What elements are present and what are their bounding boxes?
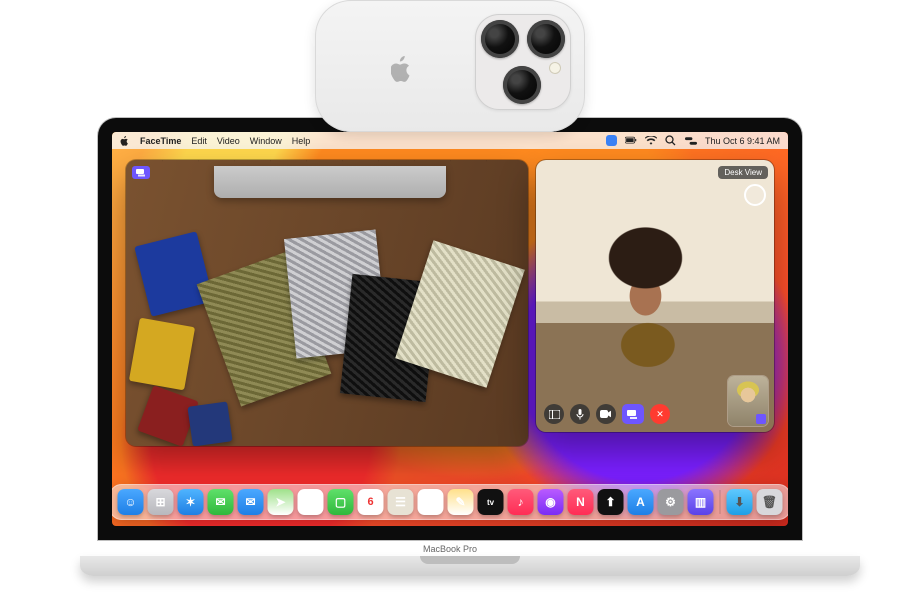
dock-separator — [720, 490, 721, 514]
dock-app-trash[interactable]: 🗑 — [757, 489, 783, 515]
self-view-pip[interactable] — [728, 376, 768, 426]
facetime-controls: ✕ — [544, 404, 670, 424]
iphone-lens-icon — [527, 20, 565, 58]
dock-app-settings[interactable]: ⚙ — [658, 489, 684, 515]
dock-app-notes[interactable]: ✎ — [448, 489, 474, 515]
desk-view-badge[interactable]: Desk View — [718, 166, 768, 179]
facetime-call-window[interactable]: Desk View ✕ — [536, 160, 774, 432]
sample-block-navy — [187, 401, 232, 446]
sidebar-button[interactable] — [544, 404, 564, 424]
iphone-continuity-camera — [315, 0, 585, 132]
laptop-model-label: MacBook Pro — [80, 544, 820, 554]
dock-app-messages[interactable]: ✉ — [208, 489, 234, 515]
dock-app-contacts[interactable]: ☰ — [388, 489, 414, 515]
menu-item-edit[interactable]: Edit — [191, 136, 207, 146]
iphone-flash-icon — [549, 62, 561, 74]
laptop-notch-cut — [420, 556, 520, 564]
battery-icon[interactable] — [625, 135, 637, 147]
dock-app-launchpad[interactable]: ⊞ — [148, 489, 174, 515]
dock-app-music[interactable]: ♪ — [508, 489, 534, 515]
wifi-icon[interactable] — [645, 135, 657, 147]
laptop-edge-in-view — [214, 166, 446, 198]
dock-app-tv[interactable]: tv — [478, 489, 504, 515]
menu-app-name[interactable]: FaceTime — [140, 136, 181, 146]
dock-app-desk-view[interactable]: ▥ — [688, 489, 714, 515]
dock-app-appstore[interactable]: A — [628, 489, 654, 515]
desk-view-indicator-icon[interactable] — [132, 166, 150, 179]
dock-app-news[interactable]: N — [568, 489, 594, 515]
apple-logo-icon — [391, 56, 413, 82]
dock-app-calendar[interactable]: 6 — [358, 489, 384, 515]
dock-app-stocks[interactable]: ⬆ — [598, 489, 624, 515]
dock: ☺⊞✶✉✉➤✿▢6☰☑✎tv♪◉N⬆A⚙▥⬇🗑 — [112, 484, 788, 520]
pip-share-icon — [756, 414, 766, 424]
camera-button[interactable] — [596, 404, 616, 424]
dock-app-photos[interactable]: ✿ — [298, 489, 324, 515]
iphone-lens-icon — [481, 20, 519, 58]
desktop: FaceTime Edit Video Window Help — [112, 132, 788, 526]
menu-item-video[interactable]: Video — [217, 136, 240, 146]
menu-bar: FaceTime Edit Video Window Help — [112, 132, 788, 149]
menu-item-help[interactable]: Help — [292, 136, 311, 146]
iphone-lens-icon — [503, 66, 541, 104]
continuity-camera-menu-icon[interactable] — [606, 135, 617, 146]
mute-button[interactable] — [570, 404, 590, 424]
dock-app-mail[interactable]: ✉ — [238, 489, 264, 515]
dock-app-finder[interactable]: ☺ — [118, 489, 144, 515]
iphone-camera-bump — [475, 14, 571, 110]
desk-view-window[interactable] — [126, 160, 528, 446]
end-call-button[interactable]: ✕ — [650, 404, 670, 424]
apple-menu-icon[interactable] — [120, 136, 130, 146]
control-center-icon[interactable] — [685, 135, 697, 147]
dock-app-podcasts[interactable]: ◉ — [538, 489, 564, 515]
laptop-base — [80, 556, 860, 576]
dock-app-safari[interactable]: ✶ — [178, 489, 204, 515]
share-screen-button[interactable] — [622, 404, 644, 424]
screen-bezel: FaceTime Edit Video Window Help — [98, 118, 802, 540]
sample-block-yellow — [129, 318, 195, 391]
macbook: FaceTime Edit Video Window Help — [80, 118, 820, 576]
menu-bar-clock[interactable]: Thu Oct 6 9:41 AM — [705, 136, 780, 146]
spotlight-icon[interactable] — [665, 135, 677, 147]
dock-app-facetime[interactable]: ▢ — [328, 489, 354, 515]
menu-item-window[interactable]: Window — [250, 136, 282, 146]
live-photo-button[interactable] — [744, 184, 766, 206]
dock-app-reminders[interactable]: ☑ — [418, 489, 444, 515]
dock-app-maps[interactable]: ➤ — [268, 489, 294, 515]
dock-app-downloads[interactable]: ⬇ — [727, 489, 753, 515]
